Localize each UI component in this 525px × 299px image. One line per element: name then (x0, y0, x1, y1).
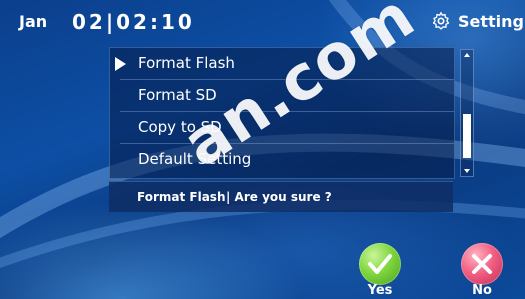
menu-item-copy-to-sd[interactable]: Copy to SD (110, 112, 454, 144)
setting-label[interactable]: Setting (458, 12, 524, 31)
top-bar: Jan 02|02:10 Setting (0, 0, 525, 44)
confirm-item: Format Flash (137, 190, 226, 204)
menu-item-default-setting[interactable]: Default Setting (110, 144, 454, 176)
menu-item-label: Copy to SD (138, 118, 222, 136)
menu-item-format-sd[interactable]: Format SD (110, 80, 454, 112)
confirm-bar: Format Flash | Are you sure ? (109, 181, 453, 212)
scrollbar[interactable] (460, 49, 474, 177)
menu-item-label: Format SD (138, 86, 217, 104)
selected-arrow-icon (115, 57, 126, 71)
yes-label: Yes (367, 283, 393, 298)
close-icon (472, 254, 492, 274)
yes-button[interactable]: Yes (357, 243, 407, 299)
check-icon (368, 254, 392, 274)
menu-item-format-flash[interactable]: Format Flash (110, 48, 454, 80)
scroll-thumb[interactable] (463, 114, 471, 158)
date-month: Jan (19, 12, 48, 31)
menu-panel: Format Flash Format SD Copy to SD Defaul… (109, 47, 455, 179)
scroll-down-icon[interactable] (464, 169, 470, 173)
no-button[interactable]: No (459, 243, 509, 299)
no-label: No (472, 283, 492, 298)
scroll-up-icon[interactable] (464, 53, 470, 57)
menu-item-label: Default Setting (138, 150, 252, 168)
date-time: 02|02:10 (72, 10, 195, 34)
gear-icon[interactable] (431, 11, 451, 31)
menu-item-label: Format Flash (138, 54, 235, 72)
confirm-question: | Are you sure ? (226, 190, 332, 204)
